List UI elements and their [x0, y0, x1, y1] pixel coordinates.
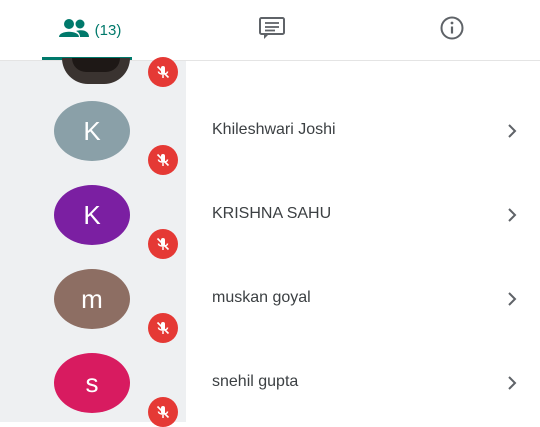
tab-info[interactable] [402, 0, 502, 60]
people-icon [58, 18, 89, 43]
mic-off-icon [156, 153, 170, 167]
mic-muted-badge [148, 145, 178, 175]
chevron-right-icon[interactable] [505, 290, 519, 308]
chevron-right-icon[interactable] [505, 206, 519, 224]
avatar-initial: K [83, 115, 101, 146]
mic-muted-badge [148, 57, 178, 87]
avatar-initial: s [85, 367, 99, 398]
participant-count: (13) [94, 21, 122, 39]
avatar-initial: m [81, 283, 103, 314]
mic-muted-badge [148, 397, 178, 427]
participant-name: Khileshwari Joshi [212, 121, 336, 138]
info-icon [439, 15, 465, 46]
list-item[interactable]: K Khileshwari Joshi [0, 91, 540, 175]
tab-participants[interactable]: (13) [40, 0, 140, 60]
avatar: K [54, 101, 130, 161]
mic-off-icon [156, 237, 170, 251]
avatar: K [54, 185, 130, 245]
mic-off-icon [156, 321, 170, 335]
mic-off-icon [156, 405, 170, 419]
mic-muted-badge [148, 229, 178, 259]
avatar: s [54, 353, 130, 413]
participant-name: KRISHNA SAHU [212, 205, 332, 222]
list-item[interactable]: s snehil gupta [0, 343, 540, 427]
tab-chat[interactable] [222, 0, 322, 60]
chat-icon [258, 16, 286, 45]
chevron-right-icon[interactable] [505, 122, 519, 140]
avatar-initial: K [83, 199, 101, 230]
chevron-right-icon[interactable] [505, 374, 519, 392]
participant-name: snehil gupta [212, 373, 299, 390]
participant-name: muskan goyal [212, 289, 311, 306]
avatar: m [54, 269, 130, 329]
list-item[interactable]: K KRISHNA SAHU [0, 175, 540, 259]
list-item[interactable]: m muskan goyal [0, 259, 540, 343]
top-tab-bar: (13) [0, 0, 540, 61]
mic-muted-badge [148, 313, 178, 343]
